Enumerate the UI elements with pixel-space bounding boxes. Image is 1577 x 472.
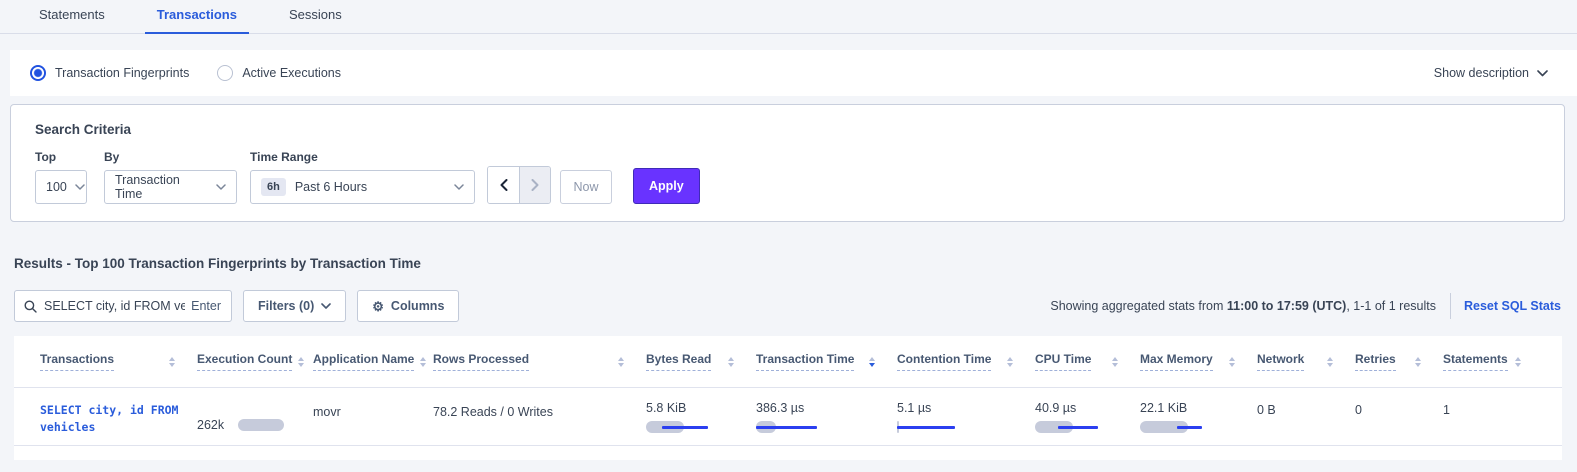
column-header-statements[interactable]: Statements — [1443, 352, 1543, 371]
results-table: Transactions Execution Count Application… — [14, 336, 1562, 460]
chevron-down-icon — [321, 303, 331, 309]
results-heading: Results - Top 100 Transaction Fingerprin… — [14, 256, 1577, 271]
reset-sql-stats-link[interactable]: Reset SQL Stats — [1464, 299, 1561, 313]
search-box: Enter — [14, 290, 232, 322]
view-toggle-band: Transaction Fingerprints Active Executio… — [10, 50, 1577, 96]
apply-button[interactable]: Apply — [633, 168, 700, 204]
top-select-value: 100 — [46, 180, 67, 194]
tab-sessions[interactable]: Sessions — [277, 7, 354, 33]
tab-transactions[interactable]: Transactions — [145, 7, 249, 33]
sort-icon — [1007, 357, 1013, 367]
sort-icon — [169, 357, 175, 367]
search-input[interactable] — [44, 299, 185, 313]
enter-hint: Enter — [191, 299, 221, 313]
sort-icon — [1515, 357, 1521, 367]
aggregated-stats-text: Showing aggregated stats from 11:00 to 1… — [1050, 299, 1436, 313]
stats-time-range: 11:00 to 17:59 (UTC) — [1227, 299, 1346, 313]
execution-count-cell: 262k — [197, 388, 313, 445]
time-range-prev-button[interactable] — [488, 167, 519, 203]
radio-label: Transaction Fingerprints — [55, 66, 189, 80]
column-header-application-name[interactable]: Application Name — [313, 352, 433, 371]
application-name-cell: movr — [313, 388, 433, 445]
sort-icon — [420, 357, 426, 367]
now-button[interactable]: Now — [560, 170, 612, 204]
chevron-down-icon — [454, 184, 464, 190]
time-range-select[interactable]: 6h Past 6 Hours — [250, 170, 475, 204]
filters-button[interactable]: Filters (0) — [243, 290, 346, 322]
time-range-label: Time Range — [250, 150, 487, 164]
execution-count-bar — [238, 419, 284, 431]
time-range-step-group — [487, 166, 551, 204]
chevron-down-icon — [216, 184, 226, 190]
top-select[interactable]: 100 — [35, 170, 87, 204]
gear-icon: ⚙ — [372, 300, 384, 313]
sort-icon — [1415, 357, 1421, 367]
radio-active-executions[interactable]: Active Executions — [217, 65, 341, 81]
radio-unselected-icon — [217, 65, 233, 81]
transactions-page: Statements Transactions Sessions Transac… — [0, 0, 1577, 472]
divider — [1450, 293, 1451, 319]
table-row: SELECT city, id FROM vehicles 262k movr … — [14, 388, 1562, 446]
network-cell: 0 B — [1257, 388, 1355, 445]
by-select-value: Transaction Time — [115, 173, 208, 201]
search-criteria-title: Search Criteria — [35, 122, 1540, 137]
sort-icon — [618, 357, 624, 367]
table-header-row: Transactions Execution Count Application… — [14, 336, 1562, 388]
top-label: Top — [35, 150, 104, 164]
filters-button-label: Filters (0) — [258, 299, 314, 313]
transaction-time-cell: 386.3 µs — [756, 388, 897, 445]
transaction-time-bar — [756, 421, 846, 433]
results-controls: Enter Filters (0) ⚙ Columns Showing aggr… — [14, 290, 1563, 322]
sort-icon — [1112, 357, 1118, 367]
sort-icon — [728, 357, 734, 367]
sort-icon — [1327, 357, 1333, 367]
column-header-rows-processed[interactable]: Rows Processed — [433, 352, 646, 371]
by-select[interactable]: Transaction Time — [104, 170, 237, 204]
chevron-down-icon — [75, 184, 85, 190]
column-header-cpu-time[interactable]: CPU Time — [1035, 352, 1140, 371]
column-header-contention-time[interactable]: Contention Time — [897, 352, 1035, 371]
columns-button[interactable]: ⚙ Columns — [357, 290, 459, 322]
sort-icon — [869, 357, 875, 367]
time-range-badge: 6h — [261, 178, 286, 196]
sort-icon — [1229, 357, 1235, 367]
tab-statements[interactable]: Statements — [27, 7, 117, 33]
column-header-execution-count[interactable]: Execution Count — [197, 352, 313, 371]
max-memory-bar — [1140, 421, 1230, 433]
radio-transaction-fingerprints[interactable]: Transaction Fingerprints — [30, 65, 189, 81]
contention-time-bar — [897, 421, 987, 433]
column-header-bytes-read[interactable]: Bytes Read — [646, 352, 756, 371]
statements-cell: 1 — [1443, 388, 1543, 445]
column-header-transaction-time[interactable]: Transaction Time — [756, 352, 897, 371]
sort-icon — [298, 357, 304, 367]
bytes-read-cell: 5.8 KiB — [646, 388, 756, 445]
radio-label: Active Executions — [242, 66, 341, 80]
show-description-label: Show description — [1434, 66, 1529, 80]
column-header-transactions[interactable]: Transactions — [40, 352, 197, 371]
search-icon — [24, 300, 37, 313]
time-range-value: Past 6 Hours — [295, 180, 367, 194]
transaction-fingerprint-link[interactable]: SELECT city, id FROM vehicles — [40, 401, 190, 437]
search-criteria-panel: Search Criteria Top 100 By Transaction T… — [10, 104, 1565, 222]
rows-processed-cell: 78.2 Reads / 0 Writes — [433, 388, 646, 445]
page-tabs: Statements Transactions Sessions — [0, 0, 1577, 34]
column-header-max-memory[interactable]: Max Memory — [1140, 352, 1257, 371]
cpu-time-bar — [1035, 421, 1125, 433]
show-description-toggle[interactable]: Show description — [1434, 66, 1547, 80]
max-memory-cell: 22.1 KiB — [1140, 388, 1257, 445]
retries-cell: 0 — [1355, 388, 1443, 445]
time-range-next-button[interactable] — [519, 167, 550, 203]
radio-selected-icon — [30, 65, 46, 81]
column-header-retries[interactable]: Retries — [1355, 352, 1443, 371]
chevron-down-icon — [1537, 70, 1547, 76]
bytes-read-bar — [646, 421, 736, 433]
contention-time-cell: 5.1 µs — [897, 388, 1035, 445]
by-label: By — [104, 150, 250, 164]
columns-button-label: Columns — [391, 299, 444, 313]
cpu-time-cell: 40.9 µs — [1035, 388, 1140, 445]
column-header-network[interactable]: Network — [1257, 352, 1355, 371]
